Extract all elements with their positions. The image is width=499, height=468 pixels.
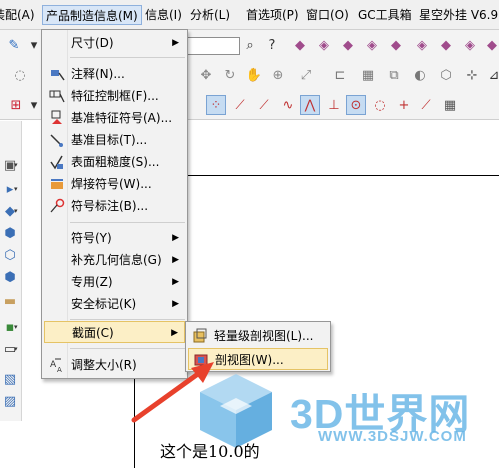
caption-text: 这个是10.0的 <box>160 442 260 461</box>
red-arrow-icon <box>131 362 214 423</box>
